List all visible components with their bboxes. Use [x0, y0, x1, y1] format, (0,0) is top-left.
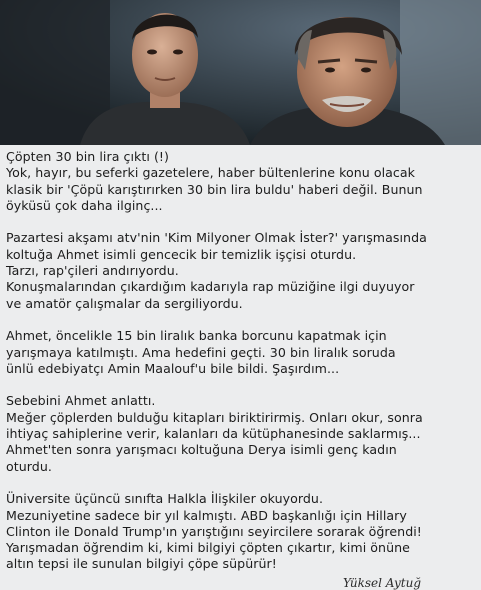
- paragraph: Üniversite üçüncü sınıfta Halkla İlişkil…: [6, 491, 478, 572]
- text-line: koltuğa Ahmet isimli gencecik bir temizl…: [6, 246, 357, 262]
- paragraph: Ahmet, öncelikle 15 bin liralık banka bo…: [6, 328, 478, 377]
- text-line: Tarzı, rap'çileri andırıyordu.: [6, 263, 179, 279]
- text-line: ünlü edebiyatçı Amin Maalouf'u bile bild…: [6, 360, 340, 376]
- article-body: Çöpten 30 bin lira çıktı (!) Yok, hayır,…: [6, 149, 478, 573]
- paragraph: Sebebini Ahmet anlattı. Meğer çöplerden …: [6, 393, 478, 474]
- text-line: Mezuniyetine sadece bir yıl kalmıştı. AB…: [6, 507, 407, 523]
- text-line: Ahmet, öncelikle 15 bin liralık banka bo…: [6, 328, 387, 344]
- text-line: Ahmet'ten sonra yarışmacı koltuğuna Dery…: [6, 442, 397, 458]
- text-line: oturdu.: [6, 458, 52, 474]
- text-line: altın tepsi ile sunulan bilgiyi çöpe süp…: [6, 556, 277, 572]
- text-line: öyküsü çok daha ilginç...: [6, 197, 163, 213]
- text-line: Meğer çöplerden bulduğu kitapları birikt…: [6, 409, 423, 425]
- text-line: Üniversite üçüncü sınıfta Halkla İlişkil…: [6, 491, 323, 507]
- text-line: Yok, hayır, bu seferki gazetelere, haber…: [6, 165, 416, 181]
- paragraph: Çöpten 30 bin lira çıktı (!) Yok, hayır,…: [6, 149, 478, 214]
- text-line: klasik bir 'Çöpü karıştırırken 30 bin li…: [6, 181, 423, 197]
- text-line: Konuşmalarından çıkardığım kadarıyla rap…: [6, 279, 415, 295]
- photo-of-two-men: [0, 0, 481, 145]
- text-line: ihtiyaç sahiplerine verir, kalanları da …: [6, 426, 421, 442]
- text-line: Sebebini Ahmet anlattı.: [6, 393, 156, 409]
- article-title-line: Çöpten 30 bin lira çıktı (!): [6, 149, 169, 164]
- header-photo: [0, 0, 481, 145]
- author-signature: Yüksel Aytuğ: [343, 576, 421, 590]
- text-line: ve amatör çalışmalar da sergiliyordu.: [6, 295, 243, 311]
- text-line: Yarışmadan öğrendim ki, kimi bilgiyi çöp…: [6, 540, 410, 556]
- paragraph: Pazartesi akşamı atv'nin 'Kim Milyoner O…: [6, 230, 478, 311]
- text-line: yarışmaya katılmıştı. Ama hedefini geçti…: [6, 344, 396, 360]
- text-line: Clinton ile Donald Trump'ın yarıştığını …: [6, 523, 422, 539]
- text-line: Pazartesi akşamı atv'nin 'Kim Milyoner O…: [6, 230, 427, 246]
